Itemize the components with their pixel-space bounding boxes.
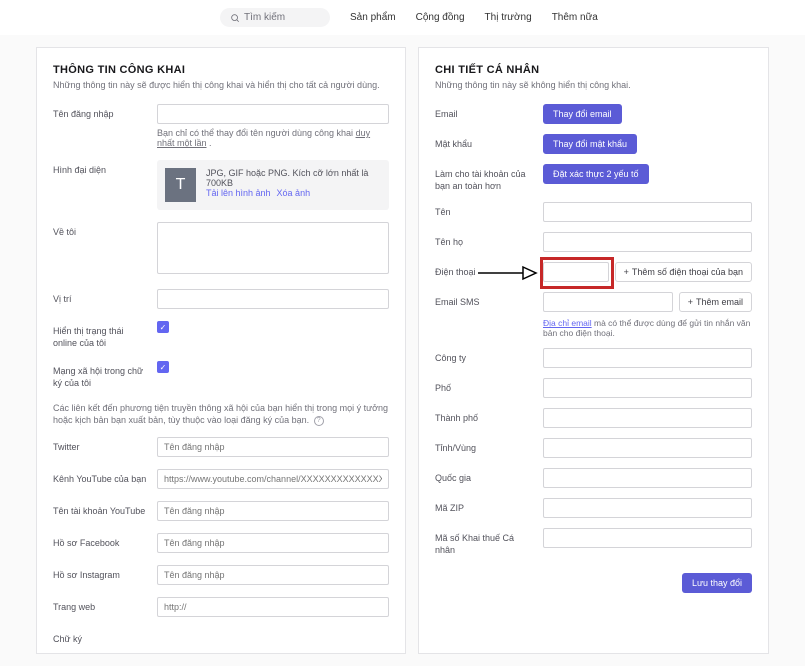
street-label: Phố — [435, 378, 535, 394]
twitter-label: Twitter — [53, 437, 149, 453]
change-email-button[interactable]: Thay đổi email — [543, 104, 622, 124]
add-phone-button[interactable]: +Thêm số điện thoại của bạn — [615, 262, 752, 282]
username-input[interactable] — [157, 104, 389, 124]
avatar-label: Hình đại diện — [53, 160, 149, 176]
instagram-input[interactable] — [157, 565, 389, 585]
avatar: T — [165, 168, 196, 202]
change-password-button[interactable]: Thay đổi mật khẩu — [543, 134, 637, 154]
street-input[interactable] — [543, 378, 752, 398]
location-label: Vị trí — [53, 289, 149, 305]
state-label: Tỉnh/Vùng — [435, 438, 535, 454]
company-label: Công ty — [435, 348, 535, 364]
youtube-user-label: Tên tài khoản YouTube — [53, 501, 149, 517]
two-factor-button[interactable]: Đặt xác thực 2 yếu tố — [543, 164, 649, 184]
about-label: Về tôi — [53, 222, 149, 238]
public-info-panel: THÔNG TIN CÔNG KHAI Những thông tin này … — [36, 47, 406, 654]
phone-input[interactable] — [543, 262, 609, 282]
public-info-title: THÔNG TIN CÔNG KHAI — [53, 64, 389, 76]
nav-products[interactable]: Sản phẩm — [350, 12, 396, 23]
sms-hint-link[interactable]: Địa chỉ email — [543, 318, 592, 328]
social-signature-label: Mạng xã hội trong chữ ký của tôi — [53, 361, 149, 389]
facebook-label: Hồ sơ Facebook — [53, 533, 149, 549]
firstname-label: Tên — [435, 202, 535, 218]
youtube-channel-label: Kênh YouTube của bạn — [53, 469, 149, 485]
secure-account-label: Làm cho tài khoản của bạn an toàn hơn — [435, 164, 535, 192]
avatar-upload-link[interactable]: Tải lên hình ảnh — [206, 188, 271, 198]
private-details-title: CHI TIẾT CÁ NHÂN — [435, 64, 752, 76]
about-textarea[interactable] — [157, 222, 389, 274]
email-label: Email — [435, 104, 535, 120]
country-label: Quốc gia — [435, 468, 535, 484]
youtube-user-input[interactable] — [157, 501, 389, 521]
social-signature-checkbox[interactable]: ✓ — [157, 361, 169, 373]
city-label: Thành phố — [435, 408, 535, 424]
twitter-input[interactable] — [157, 437, 389, 457]
zip-input[interactable] — [543, 498, 752, 518]
youtube-channel-input[interactable] — [157, 469, 389, 489]
lastname-label: Tên họ — [435, 232, 535, 248]
plus-icon: + — [624, 267, 629, 277]
tax-id-input[interactable] — [543, 528, 752, 548]
location-input[interactable] — [157, 289, 389, 309]
private-details-panel: CHI TIẾT CÁ NHÂN Những thông tin này sẽ … — [418, 47, 769, 654]
firstname-input[interactable] — [543, 202, 752, 222]
instagram-label: Hồ sơ Instagram — [53, 565, 149, 581]
private-details-subtitle: Những thông tin này sẽ không hiển thị cô… — [435, 80, 752, 90]
zip-label: Mã ZIP — [435, 498, 535, 514]
public-info-subtitle: Những thông tin này sẽ được hiển thị côn… — [53, 80, 389, 90]
plus-icon: + — [688, 297, 693, 307]
lastname-input[interactable] — [543, 232, 752, 252]
add-sms-email-button[interactable]: +Thêm email — [679, 292, 752, 312]
sms-hint: Địa chỉ email mà có thể được dùng để gửi… — [543, 318, 752, 338]
state-input[interactable] — [543, 438, 752, 458]
sms-email-label: Email SMS — [435, 292, 535, 308]
website-label: Trang web — [53, 597, 149, 613]
phone-label: Điện thoại — [435, 262, 535, 278]
city-input[interactable] — [543, 408, 752, 428]
search-placeholder: Tìm kiếm — [244, 12, 285, 23]
avatar-remove-link[interactable]: Xóa ảnh — [277, 188, 311, 198]
nav-community[interactable]: Cộng đồng — [416, 12, 465, 23]
username-label: Tên đăng nhập — [53, 104, 149, 120]
tax-id-label: Mã số Khai thuế Cá nhân — [435, 528, 535, 556]
signature-label: Chữ ký — [53, 629, 149, 645]
facebook-input[interactable] — [157, 533, 389, 553]
password-label: Mật khẩu — [435, 134, 535, 150]
sms-email-input[interactable] — [543, 292, 673, 312]
website-input[interactable] — [157, 597, 389, 617]
show-online-label: Hiển thị trạng thái online của tôi — [53, 321, 149, 349]
search-box[interactable]: Tìm kiếm — [220, 8, 330, 27]
info-icon[interactable]: ? — [314, 416, 324, 426]
country-input[interactable] — [543, 468, 752, 488]
nav-more[interactable]: Thêm nữa — [552, 12, 598, 23]
search-icon — [230, 13, 240, 23]
company-input[interactable] — [543, 348, 752, 368]
show-online-checkbox[interactable]: ✓ — [157, 321, 169, 333]
links-note: Các liên kết đến phương tiện truyền thôn… — [53, 402, 389, 427]
username-hint: Bạn chỉ có thể thay đổi tên người dùng c… — [157, 128, 389, 148]
avatar-desc: JPG, GIF hoặc PNG. Kích cỡ lớn nhất là 7… — [206, 168, 381, 188]
save-button[interactable]: Lưu thay đổi — [682, 573, 752, 593]
nav-market[interactable]: Thị trường — [485, 12, 532, 23]
